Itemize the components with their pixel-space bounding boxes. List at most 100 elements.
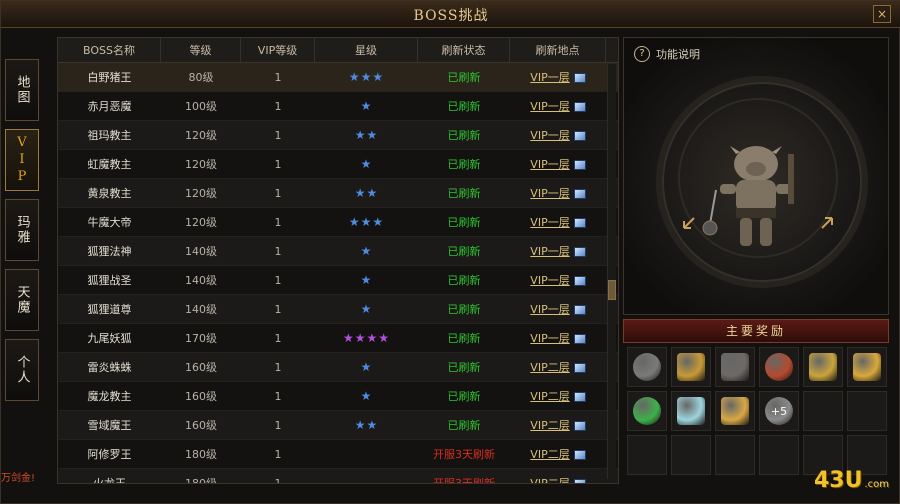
location-link[interactable]: VIP二层 — [530, 446, 586, 462]
help-link[interactable]: ? 功能说明 — [634, 46, 700, 62]
teleport-gem-icon[interactable] — [573, 189, 586, 199]
refresh-location[interactable]: VIP一层 — [510, 150, 606, 178]
table-row[interactable]: 雷炎蛛蛛 160级 1 ★ 已刷新 VIP二层 — [58, 353, 618, 382]
teleport-gem-icon[interactable] — [573, 218, 586, 228]
side-tab-maya[interactable]: 玛雅 — [5, 199, 39, 261]
refresh-location[interactable]: VIP二层 — [510, 353, 606, 381]
location-link[interactable]: VIP一层 — [530, 156, 586, 172]
close-button[interactable]: × — [873, 5, 891, 23]
table-row[interactable]: 赤月恶魔 100级 1 ★ 已刷新 VIP一层 — [58, 92, 618, 121]
location-link[interactable]: VIP一层 — [530, 272, 586, 288]
reward-slot[interactable] — [627, 347, 667, 387]
refresh-location[interactable]: VIP一层 — [510, 266, 606, 294]
star-rating — [315, 440, 418, 468]
location-link[interactable]: VIP一层 — [530, 214, 586, 230]
table-row[interactable]: 阿修罗王 180级 1 开服3天刷新 VIP二层 — [58, 440, 618, 469]
reward-slot[interactable] — [671, 391, 711, 431]
teleport-gem-icon[interactable] — [573, 363, 586, 373]
table-row[interactable]: 狐狸法神 140级 1 ★ 已刷新 VIP一层 — [58, 237, 618, 266]
location-link[interactable]: VIP一层 — [530, 185, 586, 201]
table-row[interactable]: 魔龙教主 160级 1 ★ 已刷新 VIP二层 — [58, 382, 618, 411]
reward-slot[interactable] — [671, 347, 711, 387]
teleport-gem-icon[interactable] — [573, 276, 586, 286]
location-link[interactable]: VIP二层 — [530, 388, 586, 404]
location-link[interactable]: VIP二层 — [530, 417, 586, 433]
table-row[interactable]: 牛魔大帝 120级 1 ★★★ 已刷新 VIP一层 — [58, 208, 618, 237]
refresh-location[interactable]: VIP一层 — [510, 92, 606, 120]
teleport-gem-icon[interactable] — [573, 102, 586, 112]
location-link[interactable]: VIP一层 — [530, 301, 586, 317]
table-row[interactable]: 黄泉教主 120级 1 ★★ 已刷新 VIP一层 — [58, 179, 618, 208]
refresh-location[interactable]: VIP一层 — [510, 63, 606, 91]
side-tab-map[interactable]: 地图 — [5, 59, 39, 121]
teleport-gem-icon[interactable] — [573, 479, 586, 483]
refresh-location[interactable]: VIP二层 — [510, 440, 606, 468]
location-label: VIP二层 — [530, 390, 570, 403]
refresh-location[interactable]: VIP一层 — [510, 208, 606, 236]
reward-slot[interactable] — [627, 435, 667, 475]
refresh-location[interactable]: VIP一层 — [510, 237, 606, 265]
reward-slot[interactable] — [715, 347, 755, 387]
refresh-location[interactable]: VIP二层 — [510, 411, 606, 439]
teleport-gem-icon[interactable] — [573, 334, 586, 344]
teleport-gem-icon[interactable] — [573, 160, 586, 170]
teleport-gem-icon[interactable] — [573, 247, 586, 257]
side-tab-tianmo[interactable]: 天魔 — [5, 269, 39, 331]
teleport-gem-icon[interactable] — [573, 305, 586, 315]
paper-scroll-icon — [721, 397, 749, 425]
star-rating: ★ — [360, 157, 373, 171]
scrollbar-thumb[interactable] — [608, 280, 616, 300]
side-tab-personal[interactable]: 个人 — [5, 339, 39, 401]
side-tab-vip[interactable]: VIP — [5, 129, 39, 191]
teleport-gem-icon[interactable] — [573, 392, 586, 402]
refresh-location[interactable]: VIP二层 — [510, 469, 606, 483]
refresh-location[interactable]: VIP一层 — [510, 179, 606, 207]
location-link[interactable]: VIP一层 — [530, 243, 586, 259]
location-link[interactable]: VIP一层 — [530, 98, 586, 114]
refresh-location[interactable]: VIP二层 — [510, 382, 606, 410]
reward-slot[interactable] — [847, 391, 887, 431]
boss-level: 160级 — [185, 419, 217, 432]
reward-slot[interactable]: +5 — [759, 391, 799, 431]
header-refresh-status: 刷新状态 — [418, 38, 510, 62]
reward-slot[interactable] — [627, 391, 667, 431]
rotate-left-icon[interactable] — [680, 214, 698, 232]
reward-slot[interactable] — [715, 435, 755, 475]
refresh-location[interactable]: VIP一层 — [510, 121, 606, 149]
location-label: VIP二层 — [530, 448, 570, 461]
star-rating: ★★★ — [348, 70, 385, 84]
location-label: VIP一层 — [530, 100, 570, 113]
location-link[interactable]: VIP二层 — [530, 475, 586, 483]
rotate-right-icon[interactable] — [818, 214, 836, 232]
reward-slot[interactable] — [847, 347, 887, 387]
teleport-gem-icon[interactable] — [573, 421, 586, 431]
refresh-status: 已刷新 — [447, 419, 481, 432]
table-row[interactable]: 雪域魔王 160级 1 ★★ 已刷新 VIP二层 — [58, 411, 618, 440]
location-link[interactable]: VIP二层 — [530, 359, 586, 375]
location-link[interactable]: VIP一层 — [530, 69, 586, 85]
teleport-gem-icon[interactable] — [573, 131, 586, 141]
location-link[interactable]: VIP一层 — [530, 330, 586, 346]
teleport-gem-icon[interactable] — [573, 450, 586, 460]
refresh-location[interactable]: VIP一层 — [510, 295, 606, 323]
table-scrollbar[interactable] — [607, 64, 616, 479]
table-row[interactable]: 狐狸道尊 140级 1 ★ 已刷新 VIP一层 — [58, 295, 618, 324]
table-row[interactable]: 火龙王180级 1 开服3天刷新 VIP二层 — [58, 469, 618, 483]
boss-name: 火龙王 — [58, 469, 161, 483]
location-label: VIP一层 — [530, 129, 570, 142]
reward-slot[interactable] — [759, 347, 799, 387]
table-row[interactable]: 祖玛教主 120级 1 ★★ 已刷新 VIP一层 — [58, 121, 618, 150]
reward-slot[interactable] — [671, 435, 711, 475]
reward-slot[interactable] — [803, 391, 843, 431]
reward-slot[interactable] — [715, 391, 755, 431]
reward-slot[interactable] — [803, 347, 843, 387]
table-row[interactable]: 白野猪王 80级 1 ★★★ 已刷新 VIP一层 — [58, 63, 618, 92]
refresh-location[interactable]: VIP一层 — [510, 324, 606, 352]
boss-level: 170级 — [185, 332, 217, 345]
table-row[interactable]: 虹魔教主 120级 1 ★ 已刷新 VIP一层 — [58, 150, 618, 179]
teleport-gem-icon[interactable] — [573, 73, 586, 83]
location-link[interactable]: VIP一层 — [530, 127, 586, 143]
table-row[interactable]: 九尾妖狐 170级 1 ★★★★ 已刷新 VIP一层 — [58, 324, 618, 353]
table-row[interactable]: 狐狸战圣 140级 1 ★ 已刷新 VIP一层 — [58, 266, 618, 295]
reward-slot[interactable] — [759, 435, 799, 475]
